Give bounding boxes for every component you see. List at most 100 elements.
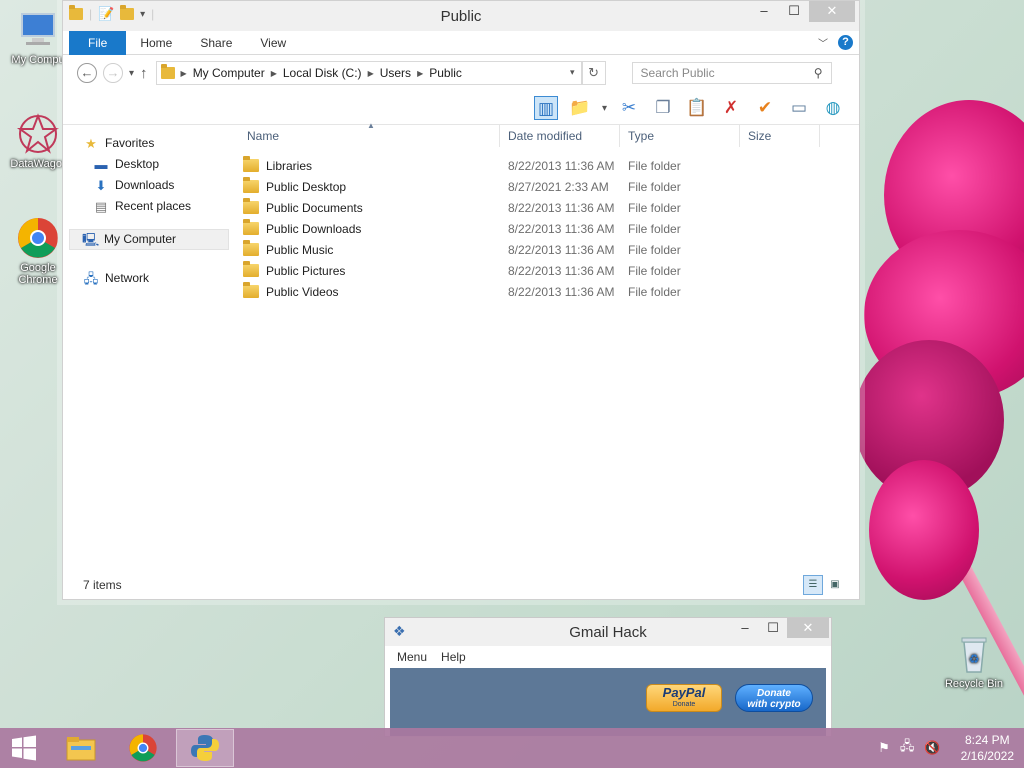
chrome-icon	[129, 734, 157, 762]
table-row[interactable]: Public Desktop 8/27/2021 2:33 AM File fo…	[239, 176, 829, 197]
command-toolbar: ▥ 📁 ▾ ✂ ❐ 📋 ✗ ✔ ▭ ◍	[63, 91, 859, 125]
tab-home[interactable]: Home	[126, 31, 186, 55]
nav-network[interactable]: 🖧 Network	[63, 268, 231, 289]
rename-icon[interactable]: ▭	[787, 96, 811, 120]
address-row: ← → ▾ ↑ ▶ My Computer ▶ Local Disk (C:) …	[63, 55, 859, 91]
tab-view[interactable]: View	[246, 31, 300, 55]
gmail-maximize-button[interactable]: ☐	[759, 618, 787, 638]
desktop-icon-label: My Compu	[11, 54, 65, 66]
downloads-icon: ⬇	[95, 177, 107, 193]
explorer-window: | 📝 ▾ | Public – ☐ ✕ File Home Share Vie…	[62, 0, 860, 600]
cut-icon[interactable]: ✂	[617, 96, 641, 120]
table-row[interactable]: Public Pictures 8/22/2013 11:36 AM File …	[239, 260, 829, 281]
taskbar-file-explorer[interactable]	[52, 729, 110, 767]
svg-text:♻: ♻	[969, 652, 980, 666]
search-input[interactable]: Search Public ⚲	[631, 62, 832, 84]
nav-desktop[interactable]: ▬ Desktop	[63, 154, 231, 175]
file-list: ▲ Name Date modified Type Size Libraries…	[239, 121, 829, 571]
menu-item-menu[interactable]: Menu	[397, 646, 427, 668]
help-icon[interactable]: ?	[838, 35, 853, 50]
chrome-icon	[16, 216, 60, 260]
table-row[interactable]: Public Documents 8/22/2013 11:36 AM File…	[239, 197, 829, 218]
gmail-content: PayPal Donate Donate with crypto	[390, 668, 826, 736]
forward-button[interactable]: →	[103, 63, 123, 83]
search-icon: ⚲	[813, 66, 823, 80]
title-bar[interactable]: | 📝 ▾ | Public – ☐ ✕	[63, 1, 859, 31]
tab-share[interactable]: Share	[186, 31, 246, 55]
breadcrumb-public[interactable]: Public	[429, 66, 462, 80]
folder-options-dropdown-icon[interactable]: ▾	[602, 103, 607, 114]
close-button[interactable]: ✕	[809, 1, 855, 22]
nav-recent-places[interactable]: ▤ Recent places	[63, 196, 231, 217]
desktop-icon-recycle-bin[interactable]: ♻ Recycle Bin	[936, 632, 1012, 690]
table-row[interactable]: Public Videos 8/22/2013 11:36 AM File fo…	[239, 281, 829, 302]
star-icon: ★	[85, 135, 97, 151]
item-count: 7 items	[83, 578, 122, 592]
globe-icon[interactable]: ◍	[821, 96, 845, 120]
action-center-icon[interactable]: ⚑	[878, 740, 890, 756]
nav-my-computer[interactable]: 🖳 My Computer	[69, 229, 229, 250]
table-row[interactable]: Libraries 8/22/2013 11:36 AM File folder	[239, 155, 829, 176]
back-button[interactable]: ←	[77, 63, 97, 83]
menu-item-help[interactable]: Help	[441, 646, 466, 668]
start-button[interactable]	[0, 729, 48, 767]
folder-icon	[160, 64, 175, 79]
gmail-minimize-button[interactable]: –	[731, 618, 759, 638]
breadcrumb-local-disk[interactable]: Local Disk (C:)	[283, 66, 362, 80]
table-row[interactable]: Public Downloads 8/22/2013 11:36 AM File…	[239, 218, 829, 239]
file-explorer-icon	[66, 737, 96, 761]
folder-icon	[243, 177, 259, 193]
donate-crypto-button[interactable]: Donate with crypto	[735, 684, 813, 712]
recent-locations-icon[interactable]: ▾	[129, 68, 134, 79]
preview-pane-icon[interactable]: ▥	[533, 96, 558, 120]
folder-icon	[243, 282, 259, 298]
desktop-icon-label: Google Chrome	[18, 262, 58, 286]
desktop-icon-label: Recycle Bin	[944, 678, 1004, 690]
system-tray: ⚑ 🖧 🔇 8:24 PM 2/16/2022	[878, 728, 1014, 768]
breadcrumb-users[interactable]: Users	[380, 66, 411, 80]
column-headers: ▲ Name Date modified Type Size	[239, 121, 829, 147]
folder-icon	[243, 261, 259, 277]
refresh-button[interactable]: ↻	[581, 61, 606, 85]
paste-icon[interactable]: 📋	[685, 96, 709, 120]
table-row[interactable]: Public Music 8/22/2013 11:36 AM File fol…	[239, 239, 829, 260]
column-type[interactable]: Type	[620, 125, 740, 147]
column-size[interactable]: Size	[740, 125, 820, 147]
address-bar[interactable]: ▶ My Computer ▶ Local Disk (C:) ▶ Users …	[155, 61, 582, 85]
expand-ribbon-icon[interactable]: ﹀	[818, 35, 828, 50]
details-view-icon[interactable]: ☰	[803, 575, 823, 595]
tab-file[interactable]: File	[69, 30, 127, 55]
navigation-pane: ★ Favorites ▬ Desktop ⬇ Downloads ▤ Rece…	[63, 125, 231, 571]
clock[interactable]: 8:24 PM 2/16/2022	[961, 732, 1014, 764]
network-status-icon[interactable]: 🖧	[900, 737, 915, 759]
paypal-donate-button[interactable]: PayPal Donate	[646, 684, 722, 712]
computer-icon	[16, 8, 60, 52]
maximize-button[interactable]: ☐	[779, 1, 809, 22]
volume-muted-icon[interactable]: 🔇	[924, 740, 940, 756]
up-button[interactable]: ↑	[140, 65, 148, 82]
desktop-icon: ▬	[94, 156, 108, 172]
folder-icon	[243, 156, 259, 172]
address-dropdown-icon[interactable]: ▾	[570, 67, 575, 78]
minimize-button[interactable]: –	[749, 1, 779, 22]
taskbar-chrome[interactable]	[114, 729, 172, 767]
column-date-modified[interactable]: Date modified	[500, 125, 620, 147]
delete-icon[interactable]: ✗	[719, 96, 743, 120]
large-icons-view-icon[interactable]: ▣	[825, 575, 845, 595]
gmail-title-bar[interactable]: ❖ Gmail Hack – ☐ ✕	[385, 618, 831, 646]
ribbon-tabs: File Home Share View ﹀ ?	[63, 30, 859, 55]
status-bar: 7 items ☰ ▣	[63, 571, 859, 599]
select-all-icon[interactable]: ✔	[753, 96, 777, 120]
taskbar-python-app[interactable]	[176, 729, 234, 767]
copy-icon[interactable]: ❐	[651, 96, 675, 120]
gmail-close-button[interactable]: ✕	[787, 618, 829, 638]
recent-places-icon: ▤	[94, 198, 108, 214]
nav-favorites[interactable]: ★ Favorites	[63, 133, 231, 154]
window-title: Public	[440, 8, 482, 25]
nav-downloads[interactable]: ⬇ Downloads	[63, 175, 231, 196]
python-icon	[191, 735, 219, 761]
breadcrumb-my-computer[interactable]: My Computer	[193, 66, 265, 80]
folder-options-icon[interactable]: 📁	[568, 96, 592, 120]
folder-icon	[243, 219, 259, 235]
star-emblem-icon	[16, 112, 60, 156]
